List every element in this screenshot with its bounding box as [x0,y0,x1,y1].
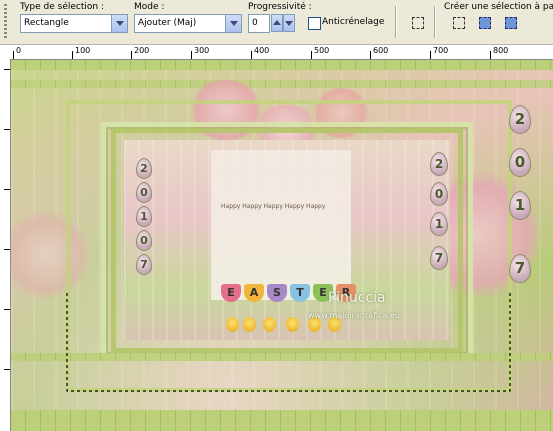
border-strip [11,410,553,431]
ruler-mark: 0 [16,46,22,55]
egg-digit: 2 [509,105,531,134]
border-strip [11,80,553,88]
egg-digit: 0 [430,182,448,206]
spin-down-icon[interactable] [283,14,295,32]
ruler-tick [4,69,10,70]
header-text: Happy Happy Happy Happy Happy [221,203,326,210]
ruler-mark: 800 [493,46,509,55]
feather-label: Progressivité : [248,2,312,12]
ruler-tick [4,189,10,190]
feather-input[interactable]: 0 [248,14,270,33]
ruler-mark: 600 [373,46,389,55]
ruler-mark: 200 [134,46,150,55]
ruler-tick [4,369,10,370]
ruler-tick [251,51,252,59]
ruler-mark: 400 [254,46,270,55]
ruler-tick [131,51,132,59]
antialias-checkbox[interactable] [308,17,321,30]
egg-digit: 2 [430,152,448,176]
ruler-mark: 100 [75,46,91,55]
egg-digit: 7 [136,254,152,275]
egg-digit: 1 [430,212,448,236]
ruler-tick [4,129,10,130]
selection-type-select[interactable]: Rectangle [20,14,128,33]
ruler-tick [430,51,431,59]
mode-value: Ajouter (Maj) [138,18,197,28]
egg-digit: 0 [509,148,531,177]
selection-from-mask-icon[interactable] [476,14,494,32]
selection-from-layer-icon[interactable] [450,14,468,32]
selection-type-value: Rectangle [24,18,69,28]
horizontal-ruler: 0 100 200 300 400 500 600 700 800 [0,45,553,60]
mode-select[interactable]: Ajouter (Maj) [134,14,242,33]
ruler-tick [370,51,371,59]
select-all-icon[interactable] [409,14,427,32]
border-strip [11,60,553,70]
selection-marquee[interactable] [66,292,511,392]
vertical-ruler [0,59,11,431]
spin-up-icon[interactable] [271,14,283,32]
image-canvas[interactable]: Happy Happy Happy Happy Happy E A S T E … [11,60,553,431]
antialias-label: Anticrénelage [322,17,385,27]
selection-type-label: Type de sélection : [20,2,104,12]
egg-digit: 1 [509,191,531,220]
ruler-tick [4,309,10,310]
egg-digit: 2 [136,158,152,179]
card-panel [211,150,351,300]
egg-digit: 7 [430,246,448,270]
feather-spinner[interactable] [271,14,296,33]
toolbar-grip[interactable] [4,4,7,38]
ruler-tick [311,51,312,59]
toolbar-separator [434,6,435,38]
ruler-mark: 700 [433,46,449,55]
ruler-mark: 500 [314,46,330,55]
egg-digit: 1 [136,206,152,227]
ruler-mark: 300 [194,46,210,55]
selection-from-canvas-icon[interactable] [502,14,520,32]
create-from-label: Créer une sélection à parti [444,2,553,12]
chevron-down-icon[interactable] [225,15,241,32]
egg-digit: 0 [136,182,152,203]
ruler-tick [72,51,73,59]
toolbar-separator [395,6,396,38]
egg-digit: 0 [136,230,152,251]
egg-digit: 7 [509,254,531,283]
tool-options-bar: Type de sélection : Rectangle Mode : Ajo… [0,0,553,45]
mode-label: Mode : [134,2,165,12]
ruler-tick [13,51,14,59]
chevron-down-icon[interactable] [111,15,127,32]
ruler-tick [191,51,192,59]
ruler-tick [4,249,10,250]
ruler-tick [490,51,491,59]
